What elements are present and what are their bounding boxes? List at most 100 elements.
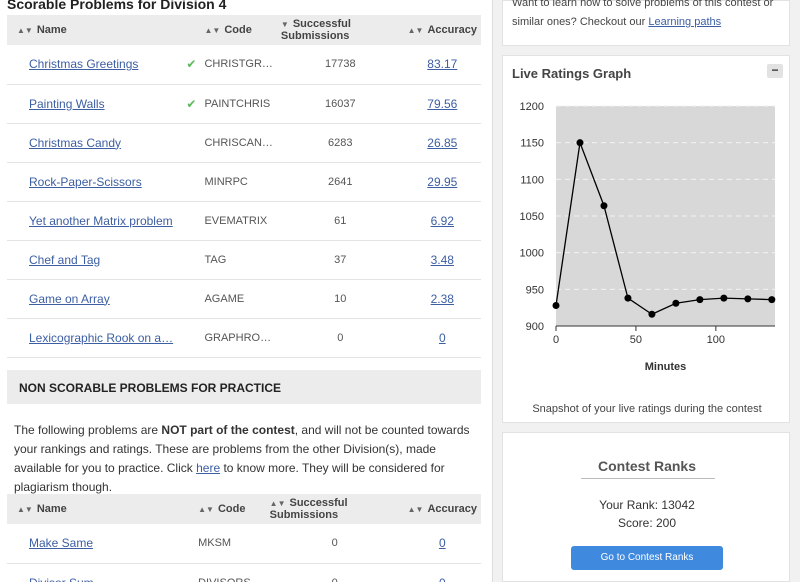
code-header-label: Code bbox=[224, 24, 252, 36]
accuracy-link[interactable]: 6.92 bbox=[431, 214, 454, 228]
name-wrap: Christmas Candy bbox=[29, 136, 196, 150]
problem-link[interactable]: Rock-Paper-Scissors bbox=[29, 175, 142, 189]
table-row: Christmas Greetings ✔ CHRISTGR… 17738 83.17 bbox=[7, 45, 481, 85]
problem-code-cell: EVEMATRIX bbox=[200, 201, 277, 241]
graph-title: Live Ratings Graph bbox=[512, 66, 632, 81]
accuracy-link[interactable]: 79.56 bbox=[427, 97, 457, 111]
check-icon: ✔ bbox=[186, 57, 197, 72]
y-tick-label: 1150 bbox=[520, 138, 544, 150]
problem-link[interactable]: Lexicographic Rook on a… bbox=[29, 331, 173, 345]
table-row: Rock-Paper-Scissors MINRPC 2641 29.95 bbox=[7, 162, 481, 202]
accuracy-cell: 0 bbox=[403, 318, 481, 358]
contest-ranks-card: Contest Ranks Your Rank: 13042 Score: 20… bbox=[502, 432, 790, 582]
accuracy-header-label: Accuracy bbox=[427, 24, 477, 36]
check-icon: ✔ bbox=[186, 96, 197, 111]
sort-icon: ▲▼ bbox=[269, 499, 286, 508]
table-row: Divisor SumDIVISORS00 bbox=[7, 563, 481, 582]
accuracy-cell: 26.85 bbox=[403, 123, 481, 163]
y-tick-label: 950 bbox=[526, 284, 544, 296]
accuracy-cell: 79.56 bbox=[403, 84, 481, 124]
nonscorable-table: ▲▼ Name ▲▼ Code ▲▼ Successful Submissions ▲… bbox=[7, 494, 481, 582]
problem-name-cell: Make Same bbox=[7, 524, 195, 564]
name-column-header[interactable]: ▲▼ Name bbox=[7, 494, 195, 524]
problem-code-cell: CHRISCAN… bbox=[200, 123, 277, 163]
accuracy-link[interactable]: 0 bbox=[439, 536, 446, 550]
submissions-column-header[interactable]: ▲▼ Successful Submissions bbox=[265, 494, 404, 524]
desc-text: The following problems are bbox=[14, 423, 162, 437]
y-tick-label: 1200 bbox=[520, 101, 544, 113]
y-tick-label: 1000 bbox=[520, 248, 544, 260]
rating-point bbox=[648, 310, 656, 318]
accuracy-column-header[interactable]: ▲▼ Accuracy bbox=[403, 15, 481, 45]
accuracy-link[interactable]: 29.95 bbox=[427, 175, 457, 189]
accuracy-link[interactable]: 3.48 bbox=[431, 253, 454, 267]
ranks-title: Contest Ranks bbox=[597, 458, 697, 474]
y-tick-label: 1100 bbox=[520, 174, 544, 186]
table-row: Chef and Tag TAG 37 3.48 bbox=[7, 240, 481, 280]
your-rank: Your Rank: 13042 bbox=[599, 498, 695, 512]
y-tick-label: 900 bbox=[526, 321, 544, 333]
name-column-header[interactable]: ▲▼ Name bbox=[7, 15, 201, 45]
problem-name-cell: Chef and Tag bbox=[7, 240, 201, 280]
accuracy-cell: 2.38 bbox=[403, 279, 481, 319]
submissions-cell: 61 bbox=[276, 201, 404, 241]
name-wrap: Yet another Matrix problem bbox=[29, 214, 196, 228]
accuracy-link[interactable]: 0 bbox=[439, 576, 446, 582]
problem-link[interactable]: Make Same bbox=[29, 536, 93, 550]
name-header-label: Name bbox=[36, 24, 67, 36]
problem-link[interactable]: Divisor Sum bbox=[29, 576, 94, 582]
accuracy-link[interactable]: 26.85 bbox=[427, 136, 457, 150]
x-tick-label: 50 bbox=[630, 334, 642, 346]
accuracy-cell: 3.48 bbox=[403, 240, 481, 280]
table-header-row: ▲▼ Name ▲▼ Code ▼ Successful Submissions ▲▼… bbox=[7, 15, 481, 45]
accuracy-link[interactable]: 0 bbox=[439, 331, 446, 345]
submissions-cell: 0 bbox=[265, 563, 404, 582]
rating-point bbox=[624, 294, 632, 302]
x-tick-label: 100 bbox=[707, 334, 725, 346]
problem-name-cell: Lexicographic Rook on a… bbox=[7, 318, 201, 358]
go-to-contest-ranks-button[interactable]: Go to Contest Ranks bbox=[571, 546, 723, 570]
submissions-cell: 0 bbox=[276, 318, 404, 358]
problem-code-cell: DIVISORS bbox=[194, 563, 266, 582]
submissions-column-header[interactable]: ▼ Successful Submissions bbox=[276, 15, 404, 45]
problem-link[interactable]: Chef and Tag bbox=[29, 253, 100, 267]
learning-paths-link[interactable]: Learning paths bbox=[648, 16, 721, 28]
accuracy-cell: 6.92 bbox=[403, 201, 481, 241]
here-link[interactable]: here bbox=[196, 461, 220, 475]
rating-point bbox=[600, 202, 608, 210]
name-wrap: Christmas Greetings ✔ bbox=[29, 57, 196, 71]
accuracy-link[interactable]: 83.17 bbox=[427, 57, 457, 71]
problem-code-cell: MKSM bbox=[194, 524, 266, 564]
problem-code-cell: MINRPC bbox=[200, 162, 277, 202]
scorable-title: Scorable Problems for Division 4 bbox=[7, 0, 227, 12]
name-wrap: Rock-Paper-Scissors bbox=[29, 175, 196, 189]
sort-icon: ▲▼ bbox=[17, 505, 33, 514]
learning-paths-card: Want to learn how to solve problems of t… bbox=[502, 0, 790, 46]
problem-link[interactable]: Christmas Candy bbox=[29, 136, 121, 150]
submissions-cell: 37 bbox=[276, 240, 404, 280]
sort-icon: ▲▼ bbox=[407, 505, 424, 514]
rating-point bbox=[768, 296, 776, 304]
sort-icon: ▲▼ bbox=[407, 26, 424, 35]
code-column-header[interactable]: ▲▼ Code bbox=[194, 494, 266, 524]
table-header-row: ▲▼ Name ▲▼ Code ▲▼ Successful Submissions ▲… bbox=[7, 494, 481, 524]
accuracy-link[interactable]: 2.38 bbox=[431, 292, 454, 306]
problem-link[interactable]: Painting Walls bbox=[29, 97, 105, 111]
learn-text: Want to learn how to solve problems of t… bbox=[512, 0, 774, 28]
ratings-chart: 900 950 1000 1050 1100 1150 1200 0 50 100 Minutes bbox=[520, 101, 776, 373]
problem-link[interactable]: Yet another Matrix problem bbox=[29, 214, 173, 228]
graph-caption: Snapshot of your live ratings during the… bbox=[532, 403, 762, 415]
problem-name-cell: Yet another Matrix problem bbox=[7, 201, 201, 241]
problem-name-cell: Divisor Sum bbox=[7, 563, 195, 582]
accuracy-cell: 83.17 bbox=[403, 45, 481, 85]
accuracy-header-label: Accuracy bbox=[427, 503, 477, 515]
problem-link[interactable]: Game on Array bbox=[29, 292, 110, 306]
accuracy-column-header[interactable]: ▲▼ Accuracy bbox=[403, 494, 481, 524]
table-row: Lexicographic Rook on a… GRAPHRO… 0 0 bbox=[7, 318, 481, 358]
collapse-button[interactable]: − bbox=[767, 64, 783, 78]
code-header-label: Code bbox=[217, 503, 246, 515]
problem-code-cell: GRAPHRO… bbox=[200, 318, 277, 358]
code-column-header[interactable]: ▲▼ Code bbox=[200, 15, 277, 45]
live-ratings-card: Live Ratings Graph − 900 950 1000 1050 1100 1… bbox=[502, 55, 790, 423]
problem-link[interactable]: Christmas Greetings bbox=[29, 57, 138, 71]
